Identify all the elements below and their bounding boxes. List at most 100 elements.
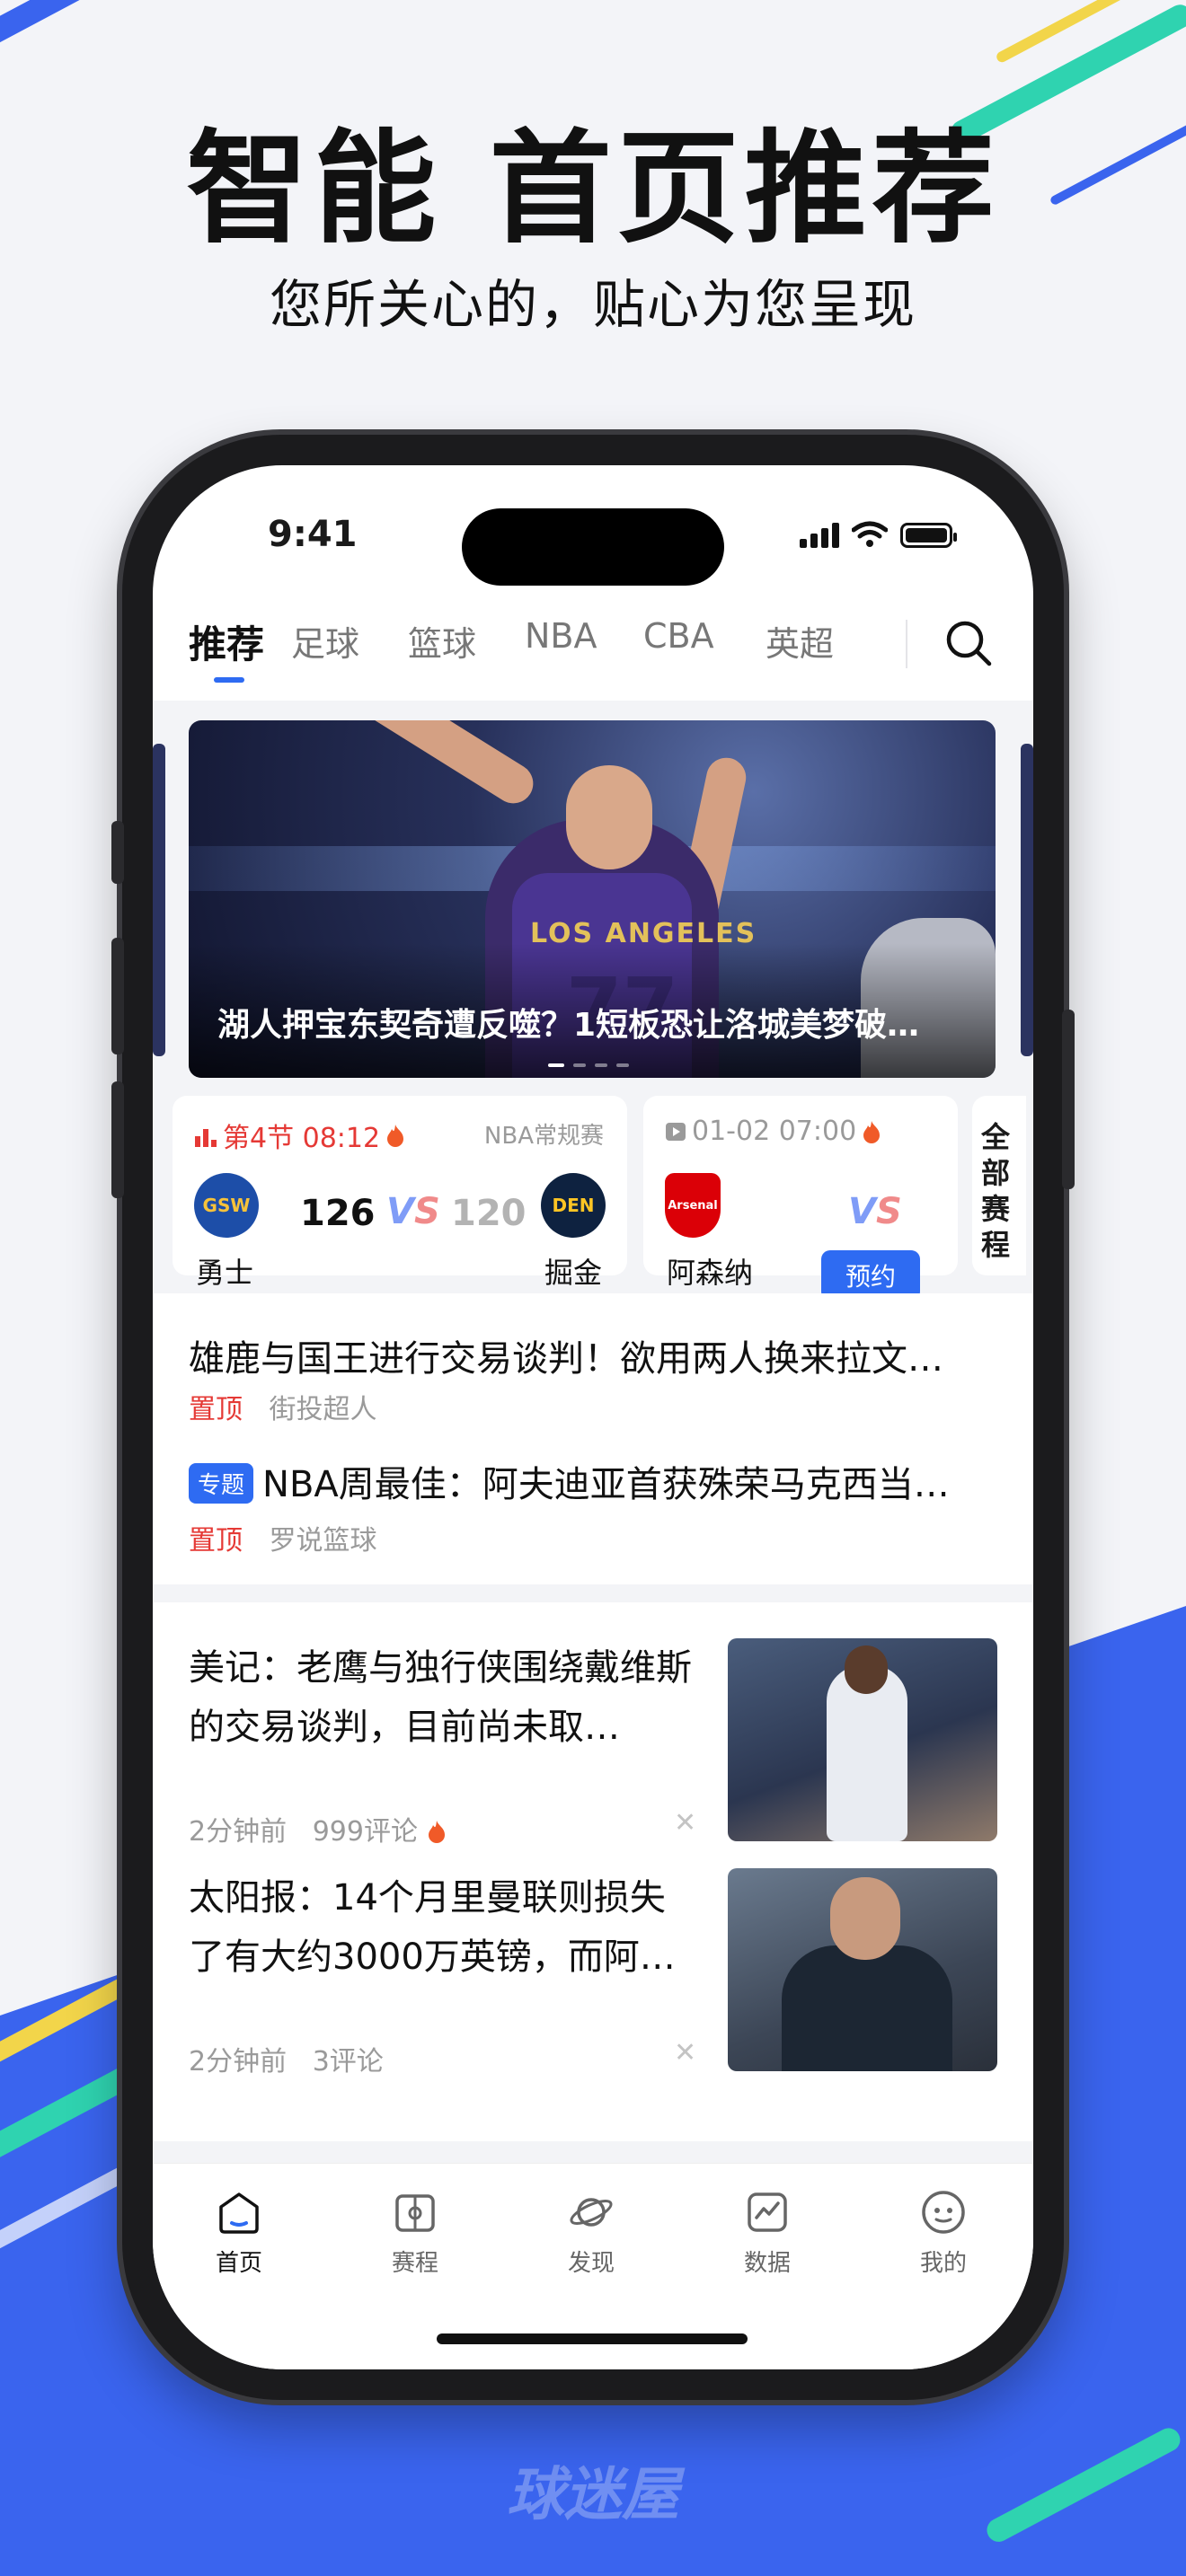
banner-title[interactable]: 湖人押宝东契奇遭反噬？1短板恐让洛城美梦破…: [217, 999, 963, 1045]
news-meta: 2分钟前 999评论: [189, 1809, 447, 1848]
tab-active-indicator: [214, 677, 244, 683]
team-logo-nuggets: DEN: [541, 1173, 606, 1238]
phone-frame: 9:41 推荐 足球 篮球 NBA CBA 英超 LOS ANGELES 湖人押…: [111, 435, 1075, 2400]
nav-home[interactable]: 首页: [185, 2187, 293, 2278]
pagination-dot: [616, 1063, 629, 1067]
topic-tag: 专题: [189, 1463, 254, 1504]
nav-label: 我的: [919, 2250, 967, 2277]
volume-up-button: [111, 938, 124, 1054]
news-time: 2分钟前: [189, 1816, 288, 1848]
team-logo-text: Arsenal: [668, 1198, 718, 1213]
signal-icon: [800, 523, 839, 548]
news-source: 罗说篮球: [269, 1525, 377, 1557]
dismiss-icon[interactable]: ✕: [674, 1807, 696, 1839]
hero-banner[interactable]: LOS ANGELES 77 湖人押宝东契奇遭反噬？1短板恐让洛城美梦破…: [189, 720, 996, 1078]
pinned-news-title[interactable]: 雄鹿与国王进行交易谈判！欲用两人换来拉文…: [189, 1329, 979, 1381]
banner-player-head: [566, 765, 652, 869]
nav-label: 赛程: [391, 2250, 438, 2277]
pinned-news-meta: 置顶 街投超人: [189, 1387, 377, 1426]
news-source: 街投超人: [269, 1394, 377, 1425]
tab-nba[interactable]: NBA: [525, 616, 597, 656]
battery-icon: [900, 523, 957, 548]
home-indicator: [437, 2333, 748, 2344]
schedule-icon: [395, 2194, 435, 2232]
match-card[interactable]: 01-02 07:00 Arsenal 阿森纳 VS 预约: [643, 1096, 958, 1301]
team-logo-text: GSW: [202, 1195, 251, 1216]
nav-profile[interactable]: 我的: [890, 2187, 997, 2278]
banner-next-peek: [1021, 744, 1033, 1056]
news-title: 美记：老鹰与独行侠围绕戴维斯的交易谈判，目前尚未取…: [189, 1647, 692, 1748]
match-time: 01-02 07:00: [692, 1116, 857, 1147]
match-status: 第4节 08:12: [194, 1116, 405, 1155]
match-status: 01-02 07:00: [665, 1116, 881, 1147]
news-item[interactable]: 美记：老鹰与独行侠围绕戴维斯的交易谈判，目前尚未取… 2分钟前 999评论 ✕: [189, 1638, 997, 1854]
chart-icon: [748, 2192, 787, 2232]
news-comments: 3评论: [312, 2046, 384, 2078]
live-bars-icon: [195, 1129, 217, 1147]
vs-mark: VS: [386, 1191, 440, 1232]
banner-pagination: [548, 1063, 629, 1067]
thumbnail-figure-head: [830, 1877, 900, 1960]
all-schedule-link[interactable]: 全部赛程: [972, 1096, 1026, 1275]
news-thumbnail: [728, 1868, 997, 2071]
home-icon: [219, 2192, 259, 2234]
profile-icon: [922, 2191, 965, 2234]
fire-icon: [863, 1120, 881, 1143]
tab-divider: [906, 620, 907, 668]
news-list: 美记：老鹰与独行侠围绕戴维斯的交易谈判，目前尚未取… 2分钟前 999评论 ✕ …: [153, 1602, 1033, 2141]
news-item[interactable]: 太阳报：14个月里曼联则损失了有大约3000万英镑，而阿… 2分钟前 3评论 ✕: [189, 1868, 997, 2084]
banner-prev-peek: [153, 744, 165, 1056]
pagination-dot: [548, 1063, 564, 1067]
promo-headline: 智能 首页推荐: [186, 119, 1000, 260]
nav-label: 首页: [215, 2250, 262, 2277]
volume-down-button: [111, 1081, 124, 1198]
team-logo-warriors: GSW: [194, 1173, 259, 1238]
thumbnail-figure-head: [845, 1645, 888, 1694]
pinned-tag: 置顶: [189, 1525, 243, 1557]
banner-player-arm: [275, 720, 541, 811]
pinned-news-meta: 置顶 罗说篮球: [189, 1518, 377, 1557]
promo-subline: 您所关心的，贴心为您呈现: [269, 274, 916, 335]
status-bar: 9:41: [153, 465, 1033, 586]
nav-data[interactable]: 数据: [713, 2187, 821, 2278]
news-time: 2分钟前: [189, 2046, 288, 2078]
brand-watermark: 球迷屋: [507, 2462, 679, 2528]
pagination-dot: [573, 1063, 586, 1067]
wifi-icon: [852, 521, 888, 547]
pinned-news-title-text: NBA周最佳：阿夫迪亚首获殊荣马克西当…: [262, 1464, 950, 1505]
nav-label: 发现: [567, 2250, 615, 2277]
vs-mark: VS: [848, 1191, 902, 1232]
power-button: [1062, 1010, 1075, 1189]
pinned-news: 雄鹿与国王进行交易谈判！欲用两人换来拉文… 置顶 街投超人 专题 NBA周最佳：阿…: [153, 1293, 1033, 1584]
tab-recommend[interactable]: 推荐: [189, 614, 264, 669]
home-team-name: 阿森纳: [667, 1256, 754, 1290]
tab-cba[interactable]: CBA: [643, 616, 714, 656]
nav-discover[interactable]: 发现: [537, 2187, 645, 2278]
news-title: 太阳报：14个月里曼联则损失了有大约3000万英镑，而阿…: [189, 1877, 676, 1978]
planet-icon: [570, 2198, 613, 2227]
away-score: 120: [451, 1193, 527, 1234]
away-team-name: 掘金: [544, 1256, 603, 1290]
home-team-name: 勇士: [196, 1256, 254, 1290]
tab-basketball[interactable]: 篮球: [408, 616, 476, 666]
tab-premier-league[interactable]: 英超: [766, 616, 834, 666]
nav-schedule[interactable]: 赛程: [361, 2187, 469, 2278]
dismiss-icon[interactable]: ✕: [674, 2037, 696, 2069]
search-icon[interactable]: [943, 618, 994, 668]
tab-football[interactable]: 足球: [291, 616, 359, 666]
status-time: 9:41: [268, 514, 358, 555]
team-logo-text: DEN: [552, 1195, 595, 1216]
news-comments: 999评论: [312, 1816, 418, 1848]
nav-label: 数据: [743, 2250, 791, 2277]
pagination-dot: [595, 1063, 607, 1067]
fire-icon: [428, 1821, 445, 1843]
bottom-navigation: 首页 赛程 发现 数据 我的: [153, 2163, 1033, 2369]
thumbnail-figure: [782, 1945, 952, 2071]
action-button: [111, 821, 124, 884]
match-card[interactable]: 第4节 08:12 NBA常规赛 GSW 勇士 126 VS 120 DEN 掘…: [173, 1096, 627, 1290]
team-logo-arsenal: Arsenal: [665, 1173, 721, 1238]
dynamic-island: [462, 508, 724, 586]
fire-icon: [387, 1125, 404, 1147]
pinned-news-title[interactable]: 专题 NBA周最佳：阿夫迪亚首获殊荣马克西当…: [189, 1455, 979, 1507]
news-thumbnail: [728, 1638, 997, 1841]
